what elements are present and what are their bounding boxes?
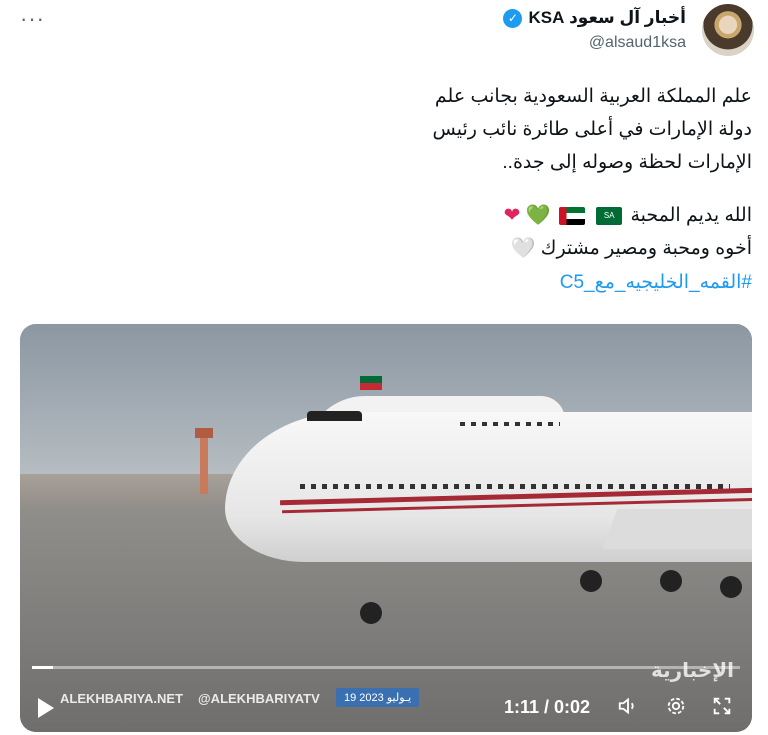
settings-icon[interactable]: [664, 695, 688, 719]
tweet-line: الإمارات لحظة وصوله إلى جدة..: [502, 152, 752, 173]
video-player[interactable]: الإخبارية ALEKHBARIYA.NET @ALEKHBARIYATV…: [20, 324, 752, 732]
video-time: 1:11 / 0:02: [504, 697, 591, 717]
bond-line-text: أخوه ومحبة ومصير مشترك: [540, 238, 752, 260]
green-heart-icon: 💚: [525, 204, 551, 227]
hashtag-link[interactable]: #القمه_الخليجيه_مع_C5: [192, 266, 752, 299]
plane-upper-windows: [460, 422, 560, 426]
watermark-site: ALEKHBARIYA.NET: [60, 691, 184, 706]
plane-cockpit: [307, 411, 362, 421]
landing-gear: [660, 570, 682, 592]
author-name[interactable]: أخبار آل سعود KSA: [528, 8, 686, 28]
red-heart-icon: ❤: [503, 204, 521, 227]
channel-logo: الإخبارية: [651, 660, 734, 682]
volume-icon[interactable]: [616, 695, 640, 719]
play-icon[interactable]: [38, 698, 54, 718]
tweet-text: علم المملكة العربية السعودية بجانب علم د…: [192, 80, 752, 299]
love-line-text: الله يديم المحبة: [630, 205, 752, 226]
avatar[interactable]: [702, 4, 754, 56]
landing-gear: [720, 576, 742, 598]
love-line: الله يديم المحبة SA 💚 ❤: [192, 199, 752, 232]
white-heart-icon: 🤍: [510, 237, 536, 260]
bond-line: أخوه ومحبة ومصير مشترك 🤍: [192, 232, 752, 265]
date-badge: 19 يـوليو 2023: [336, 688, 420, 707]
author-handle[interactable]: @alsaud1ksa: [503, 34, 686, 52]
video-progress-fill: [32, 666, 54, 669]
landing-gear: [360, 602, 382, 624]
control-tower: [200, 434, 208, 494]
cockpit-flags: [360, 376, 382, 390]
plane-wing: [602, 509, 752, 549]
more-options-button[interactable]: ···: [20, 6, 45, 32]
watermark-social: @ALEKHBARIYATV: [198, 691, 320, 706]
saudi-flag-icon: SA: [596, 206, 623, 225]
plane-windows: [300, 484, 730, 489]
tweet-line: علم المملكة العربية السعودية بجانب علم: [434, 86, 752, 107]
tweet-author: أخبار آل سعود KSA ✓ @alsaud1ksa: [503, 8, 686, 52]
fullscreen-icon[interactable]: [710, 695, 734, 719]
tweet-line: دولة الإمارات في أعلى طائرة نائب رئيس: [432, 119, 752, 140]
verified-badge-icon: ✓: [503, 8, 523, 28]
control-tower-top: [195, 428, 213, 438]
landing-gear: [580, 570, 602, 592]
video-progress-bar[interactable]: [32, 666, 740, 669]
uae-flag-icon: [558, 206, 585, 225]
